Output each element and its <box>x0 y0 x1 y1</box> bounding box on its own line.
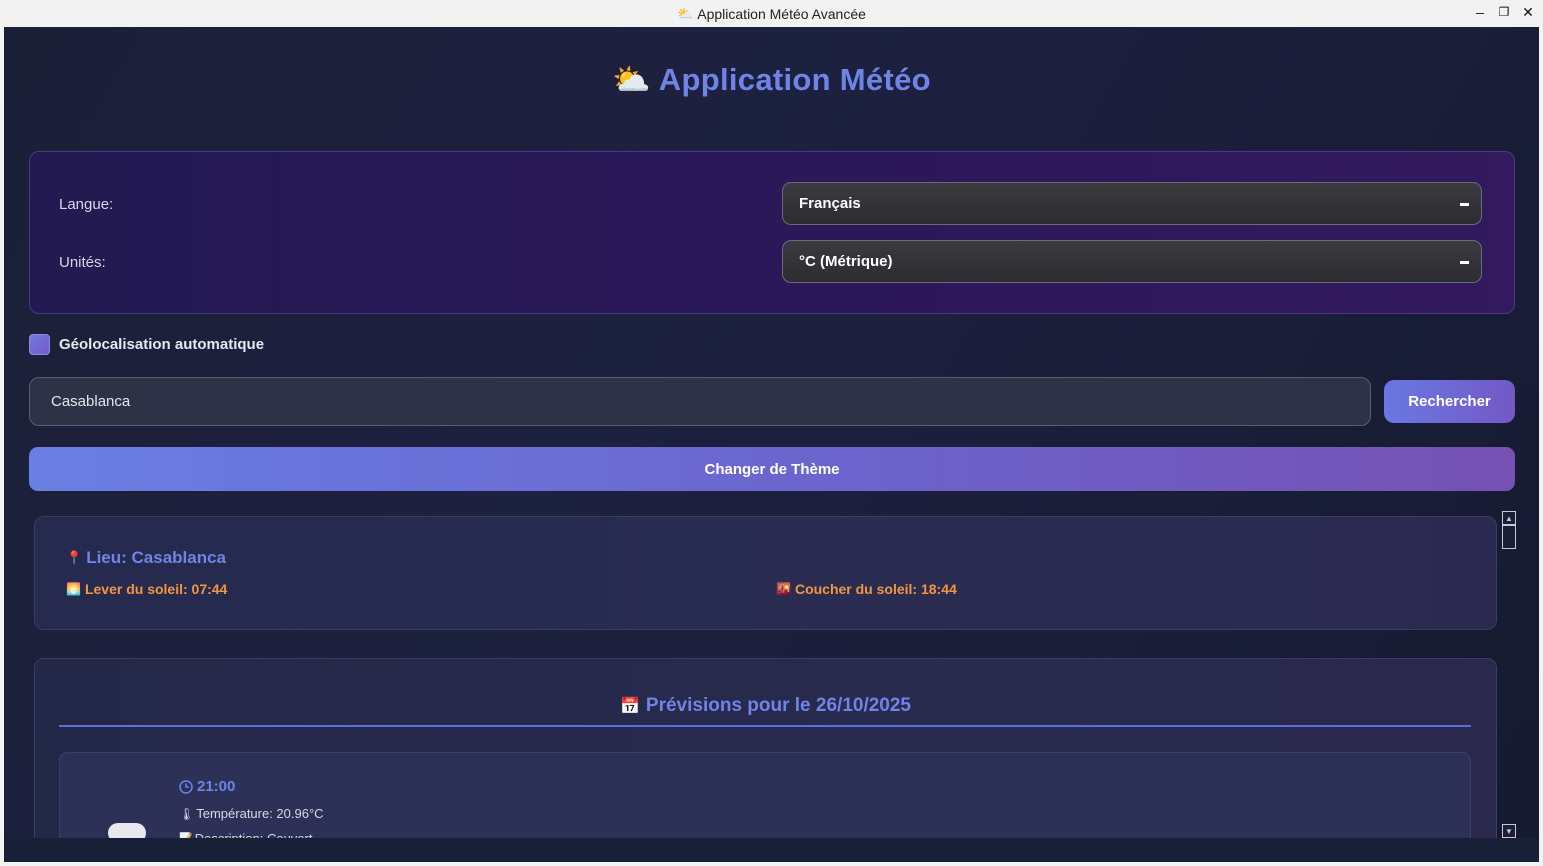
geolocation-toggle[interactable]: Géolocalisation automatique <box>29 334 264 355</box>
maximize-button[interactable]: ❐ <box>1497 3 1511 21</box>
forecast-card: 📅 Prévisions pour le 26/10/2025 21:00 🌡 … <box>34 658 1497 862</box>
forecast-temperature-text: Température: 20.96°C <box>196 806 324 821</box>
sunset-info: 🌇 Coucher du soleil: 18:44 <box>776 581 957 597</box>
change-theme-button[interactable]: Changer de Thème <box>29 447 1515 491</box>
city-search-value: Casablanca <box>51 393 131 410</box>
pin-icon: 📍 <box>66 550 83 565</box>
window-controls: – ❐ ✕ <box>1473 3 1535 21</box>
window-title: ⛅ Application Météo Avancée <box>677 6 866 22</box>
units-select[interactable]: °C (Métrique) <box>782 240 1482 283</box>
sun-cloud-icon: ⛅ <box>677 5 694 21</box>
minimize-button[interactable]: – <box>1473 3 1487 21</box>
forecast-temperature: 🌡 Température: 20.96°C <box>179 806 324 821</box>
units-label: Unités: <box>59 254 106 271</box>
results-scrollbar[interactable]: ▲ ▼ <box>1502 511 1516 841</box>
app-title-text: Application Météo <box>658 62 931 97</box>
window-titlebar: ⛅ Application Météo Avancée – ❐ ✕ <box>0 0 1543 27</box>
sunset-icon: 🌇 <box>776 582 791 596</box>
window-title-text: Application Météo Avancée <box>697 5 866 22</box>
thermometer-icon: 🌡 <box>179 806 195 821</box>
scroll-up-icon[interactable]: ▲ <box>1502 511 1516 525</box>
language-label: Langue: <box>59 196 114 213</box>
dropdown-icon <box>1460 203 1469 206</box>
close-button[interactable]: ✕ <box>1521 3 1535 21</box>
app-window: ⛅ Application Météo Langue: Français Uni… <box>4 27 1539 862</box>
geolocation-label: Géolocalisation automatique <box>59 336 265 353</box>
settings-panel: Langue: Français Unités: °C (Métrique) <box>29 151 1515 314</box>
sunrise-info: 🌅 Lever du soleil: 07:44 <box>66 581 227 597</box>
location-title: 📍 Lieu: Casablanca <box>66 548 226 568</box>
scrollbar-thumb[interactable] <box>1502 525 1516 549</box>
sunrise-text: Lever du soleil: 07:44 <box>84 581 228 597</box>
page-title: ⛅ Application Météo <box>4 61 1539 98</box>
language-select-value: Français <box>799 195 861 212</box>
sun-cloud-icon: ⛅ <box>612 62 652 97</box>
search-button[interactable]: Rechercher <box>1384 380 1515 423</box>
location-text: Lieu: Casablanca <box>86 548 227 567</box>
sunrise-icon: 🌅 <box>66 582 81 596</box>
geolocation-checkbox[interactable] <box>29 334 50 355</box>
city-search-input[interactable]: Casablanca <box>29 377 1371 426</box>
calendar-icon: 📅 <box>619 698 640 715</box>
forecast-time-text: 21:00 <box>197 778 236 795</box>
forecast-title-text: Prévisions pour le 26/10/2025 <box>645 695 911 716</box>
window-bottom-edge <box>4 838 1539 862</box>
scroll-down-icon[interactable]: ▼ <box>1502 824 1516 838</box>
language-select[interactable]: Français <box>782 182 1482 225</box>
location-card: 📍 Lieu: Casablanca 🌅 Lever du soleil: 07… <box>34 516 1497 630</box>
units-select-value: °C (Métrique) <box>799 253 893 270</box>
forecast-title: 📅 Prévisions pour le 26/10/2025 <box>35 695 1496 717</box>
clock-icon <box>179 779 193 794</box>
forecast-divider <box>59 725 1471 727</box>
dropdown-icon <box>1460 261 1469 264</box>
forecast-time: 21:00 <box>179 778 235 795</box>
sunset-text: Coucher du soleil: 18:44 <box>794 581 957 597</box>
